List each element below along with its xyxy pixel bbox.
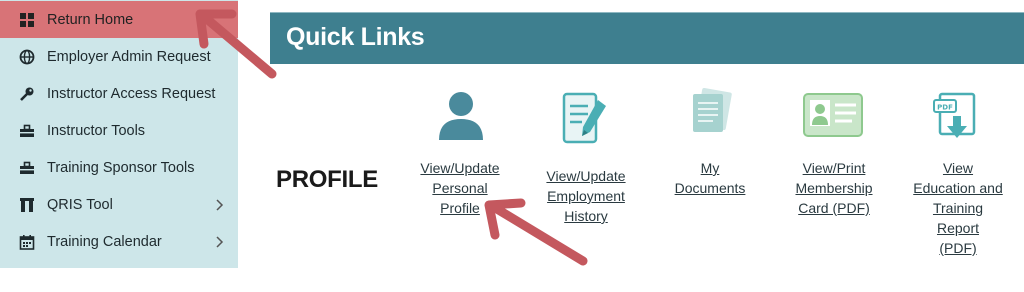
link-view-update-employment-history[interactable]: View/Update Employment History [534,86,638,226]
svg-text:PDF: PDF [937,104,953,112]
documents-icon [693,88,732,132]
link-line: View/Print [802,160,866,176]
section-label: PROFILE [276,166,378,193]
sidebar-item-training-calendar[interactable]: Training Calendar [0,223,238,260]
link-line: Training [932,200,984,216]
link-view-print-membership-card[interactable]: View/Print Membership Card (PDF) [782,86,886,221]
globe-icon [19,49,35,65]
link-view-update-personal-profile[interactable]: View/Update Personal Profile [408,86,512,221]
sidebar-item-employer-admin-request[interactable]: Employer Admin Request [0,38,238,75]
link-line: Personal [432,180,488,196]
sidebar-item-label: Employer Admin Request [47,48,211,65]
chevron-right-icon [214,198,224,211]
archway-icon [19,197,35,213]
sidebar-item-label: Training Calendar [47,233,162,250]
link-line: (PDF) [939,240,977,256]
grid-icon [19,12,35,28]
id-card-icon [803,93,863,137]
toolbox-icon [19,123,35,139]
user-icon [439,92,483,140]
link-line: View [942,160,974,176]
link-line: Employment [547,188,625,204]
sidebar-item-qris-tool[interactable]: QRIS Tool [0,186,238,223]
chevron-right-icon [214,235,224,248]
link-line: Documents [674,180,746,196]
link-line: Card (PDF) [798,200,870,216]
sidebar-item-return-home[interactable]: Return Home [0,1,238,38]
link-line: Report [936,220,980,236]
link-view-education-training-report[interactable]: PDF View Education and Training Report (… [904,86,1012,262]
quick-links-banner: Quick Links [270,12,1024,64]
sidebar-item-training-sponsor-tools[interactable]: Training Sponsor Tools [0,149,238,186]
sidebar-item-label: QRIS Tool [47,196,113,213]
link-line: History [564,208,608,224]
link-line: View/Update [546,168,626,184]
sidebar-item-label: Training Sponsor Tools [47,159,195,176]
link-line: Profile [440,200,480,216]
link-line: View/Update [420,160,500,176]
document-edit-icon [562,92,606,144]
toolbox-icon [19,160,35,176]
sidebar: Return Home Employer Admin Request Instr… [0,0,238,268]
pdf-download-icon: PDF [933,92,976,138]
link-line: Education and [913,180,1003,196]
sidebar-item-instructor-access-request[interactable]: Instructor Access Request [0,75,238,112]
link-line: My [700,160,720,176]
page-title: Quick Links [286,23,425,51]
sidebar-item-label: Return Home [47,11,134,28]
sidebar-item-label: Instructor Tools [47,122,146,139]
link-my-documents[interactable]: My Documents [658,86,762,201]
link-line: Membership [795,180,873,196]
sidebar-item-label: Instructor Access Request [47,85,216,102]
calendar-icon [19,234,35,250]
key-icon [19,86,35,102]
sidebar-item-instructor-tools[interactable]: Instructor Tools [0,112,238,149]
